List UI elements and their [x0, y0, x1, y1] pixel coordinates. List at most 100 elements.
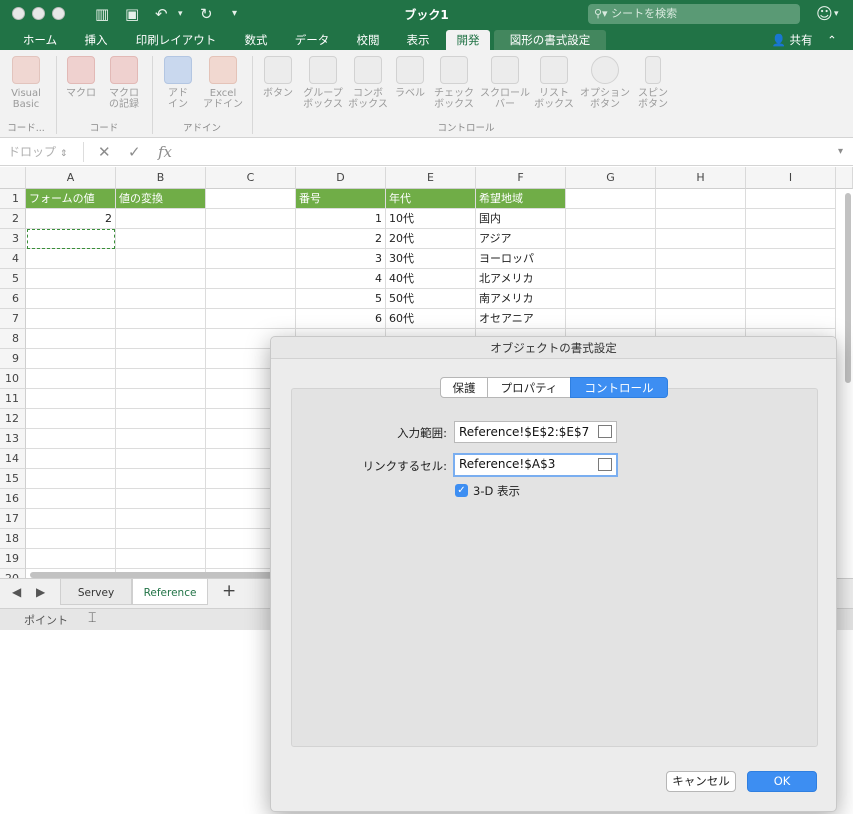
macro-button[interactable]: マクロ	[62, 56, 100, 99]
grid-cell[interactable]	[116, 329, 206, 349]
grid-cell[interactable]	[26, 289, 116, 309]
grid-cell[interactable]	[116, 249, 206, 269]
grid-cell[interactable]	[26, 349, 116, 369]
link-cell-field[interactable]: Reference!$A$3	[453, 453, 618, 477]
table-cell-age[interactable]: 60代	[386, 309, 476, 329]
row-header-2[interactable]: 2	[0, 209, 26, 229]
grid-cell[interactable]	[746, 189, 836, 209]
grid-cell[interactable]	[116, 489, 206, 509]
grid-cell[interactable]	[206, 189, 296, 209]
table-cell-num[interactable]: 1	[296, 209, 386, 229]
column-header-b[interactable]: B	[116, 167, 206, 189]
tab-home[interactable]: ホーム	[12, 30, 68, 50]
grid-cell[interactable]	[26, 389, 116, 409]
tab-view[interactable]: 表示	[396, 30, 440, 50]
row-header-14[interactable]: 14	[0, 449, 26, 469]
cell-e1[interactable]: 年代	[386, 189, 476, 209]
column-header-d[interactable]: D	[296, 167, 386, 189]
tab-formulas[interactable]: 数式	[234, 30, 278, 50]
grid-cell[interactable]	[566, 309, 656, 329]
tab-data[interactable]: データ	[284, 30, 340, 50]
column-header-g[interactable]: G	[566, 167, 656, 189]
scroll-bar-control[interactable]: スクロール バー	[478, 56, 532, 110]
table-cell-region[interactable]: アジア	[476, 229, 566, 249]
row-header-3[interactable]: 3	[0, 229, 26, 249]
record-macro-button[interactable]: マクロ の記録	[102, 56, 146, 110]
check-box-control[interactable]: チェック ボックス	[430, 56, 478, 110]
table-cell-age[interactable]: 30代	[386, 249, 476, 269]
grid-cell[interactable]	[26, 529, 116, 549]
row-header-20[interactable]: 20	[0, 569, 26, 578]
row-header-17[interactable]: 17	[0, 509, 26, 529]
tab-page-layout[interactable]: 印刷レイアウト	[124, 30, 228, 50]
tab-control[interactable]: コントロール	[570, 377, 668, 398]
grid-cell[interactable]	[116, 269, 206, 289]
list-box-control[interactable]: リスト ボックス	[532, 56, 576, 110]
column-header-f[interactable]: F	[476, 167, 566, 189]
grid-cell[interactable]	[26, 229, 116, 249]
grid-cell[interactable]	[656, 269, 746, 289]
table-cell-region[interactable]: ヨーロッパ	[476, 249, 566, 269]
combo-box-control[interactable]: コンボ ボックス	[346, 56, 390, 110]
table-cell-age[interactable]: 20代	[386, 229, 476, 249]
grid-cell[interactable]	[566, 229, 656, 249]
search-sheet-input[interactable]: ⚲▾ シートを検索	[588, 4, 800, 24]
grid-cell[interactable]	[26, 509, 116, 529]
grid-cell[interactable]	[746, 229, 836, 249]
table-cell-num[interactable]: 5	[296, 289, 386, 309]
add-ins-button[interactable]: アド イン	[158, 56, 198, 110]
grid-cell[interactable]	[26, 269, 116, 289]
grid-cell[interactable]	[656, 289, 746, 309]
table-cell-region[interactable]: 国内	[476, 209, 566, 229]
grid-cell[interactable]	[656, 249, 746, 269]
cancel-button[interactable]: キャンセル	[666, 771, 736, 792]
row-header-7[interactable]: 7	[0, 309, 26, 329]
grid-cell[interactable]	[746, 209, 836, 229]
grid-cell[interactable]	[26, 429, 116, 449]
cell-picker-icon[interactable]	[598, 458, 612, 471]
row-header-8[interactable]: 8	[0, 329, 26, 349]
row-header-18[interactable]: 18	[0, 529, 26, 549]
feedback-dropdown-icon[interactable]: ▾	[834, 4, 839, 24]
grid-cell[interactable]	[26, 449, 116, 469]
grid-cell[interactable]	[26, 469, 116, 489]
row-header-1[interactable]: 1	[0, 189, 26, 209]
grid-cell[interactable]	[116, 369, 206, 389]
grid-cell[interactable]	[656, 309, 746, 329]
grid-cell[interactable]	[116, 309, 206, 329]
table-cell-age[interactable]: 10代	[386, 209, 476, 229]
grid-cell[interactable]	[116, 529, 206, 549]
smiley-feedback-icon[interactable]: ☺	[816, 4, 833, 24]
grid-cell[interactable]	[206, 289, 296, 309]
row-header-10[interactable]: 10	[0, 369, 26, 389]
grid-cell[interactable]	[116, 509, 206, 529]
row-header-16[interactable]: 16	[0, 489, 26, 509]
label-control[interactable]: ラベル	[392, 56, 428, 99]
grid-cell[interactable]	[116, 349, 206, 369]
column-header-e[interactable]: E	[386, 167, 476, 189]
grid-cell[interactable]	[656, 229, 746, 249]
grid-cell[interactable]	[26, 309, 116, 329]
table-cell-region[interactable]: 北アメリカ	[476, 269, 566, 289]
input-range-field[interactable]: Reference!$E$2:$E$7	[454, 421, 617, 443]
grid-cell[interactable]	[656, 209, 746, 229]
row-header-19[interactable]: 19	[0, 549, 26, 569]
row-header-9[interactable]: 9	[0, 349, 26, 369]
visual-basic-button[interactable]: Visual Basic	[4, 56, 48, 110]
tab-review[interactable]: 校閲	[346, 30, 390, 50]
cell-d1[interactable]: 番号	[296, 189, 386, 209]
grid-cell[interactable]	[656, 189, 746, 209]
collapse-ribbon-icon[interactable]: ⌃	[822, 30, 842, 50]
table-cell-age[interactable]: 40代	[386, 269, 476, 289]
form-button-control[interactable]: ボタン	[258, 56, 298, 99]
column-header-i[interactable]: I	[746, 167, 836, 189]
grid-cell[interactable]	[26, 369, 116, 389]
expand-formula-icon[interactable]: ▾	[838, 142, 843, 162]
next-sheet-icon[interactable]: ▶	[36, 585, 45, 599]
row-header-6[interactable]: 6	[0, 289, 26, 309]
name-box[interactable]: ドロップ ⇕	[4, 142, 84, 162]
spin-button-control[interactable]: スピン ボタン	[632, 56, 674, 110]
column-header-c[interactable]: C	[206, 167, 296, 189]
tab-properties[interactable]: プロパティ	[487, 377, 571, 398]
grid-cell[interactable]	[746, 269, 836, 289]
